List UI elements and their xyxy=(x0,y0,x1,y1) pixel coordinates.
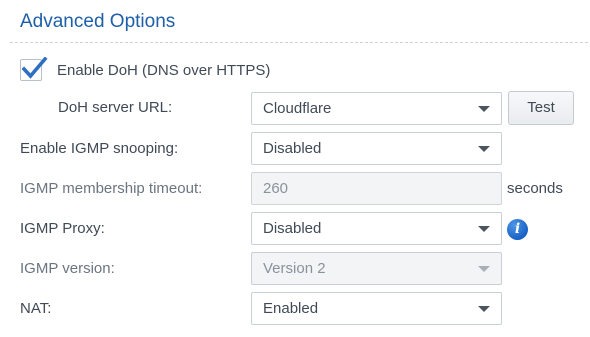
checkmark-icon xyxy=(22,57,48,79)
igmp-timeout-input[interactable]: 260 xyxy=(251,172,502,205)
section-title: Advanced Options xyxy=(20,11,176,32)
igmp-timeout-unit: seconds xyxy=(507,180,563,197)
igmp-version-value: Version 2 xyxy=(263,260,326,277)
chevron-down-icon xyxy=(478,106,490,112)
chevron-down-icon xyxy=(478,306,490,312)
igmp-proxy-select[interactable]: Disabled xyxy=(251,212,502,245)
doh-server-url-value: Cloudflare xyxy=(263,100,332,117)
doh-server-url-select[interactable]: Cloudflare xyxy=(251,92,502,125)
igmp-proxy-label: IGMP Proxy: xyxy=(20,220,105,237)
doh-checkbox-row: Enable DoH (DNS over HTTPS) xyxy=(20,57,270,81)
enable-doh-label[interactable]: Enable DoH (DNS over HTTPS) xyxy=(57,62,270,79)
igmp-snooping-value: Disabled xyxy=(263,140,322,157)
igmp-timeout-value: 260 xyxy=(263,180,289,197)
nat-value: Enabled xyxy=(263,300,319,317)
igmp-version-select[interactable]: Version 2 xyxy=(251,252,502,285)
nat-label: NAT: xyxy=(20,300,52,317)
enable-doh-checkbox[interactable] xyxy=(20,57,48,81)
doh-server-url-label: DoH server URL: xyxy=(58,99,173,116)
test-button[interactable]: Test xyxy=(508,91,574,125)
igmp-proxy-value: Disabled xyxy=(263,220,322,237)
chevron-down-icon xyxy=(478,266,490,272)
info-icon[interactable]: i xyxy=(507,219,528,240)
chevron-down-icon xyxy=(478,226,490,232)
igmp-snooping-label: Enable IGMP snooping: xyxy=(20,140,179,157)
igmp-timeout-label: IGMP membership timeout: xyxy=(20,180,203,197)
chevron-down-icon xyxy=(478,146,490,152)
igmp-version-label: IGMP version: xyxy=(20,260,115,277)
section-divider xyxy=(10,42,588,43)
nat-select[interactable]: Enabled xyxy=(251,292,502,325)
igmp-snooping-select[interactable]: Disabled xyxy=(251,132,502,165)
